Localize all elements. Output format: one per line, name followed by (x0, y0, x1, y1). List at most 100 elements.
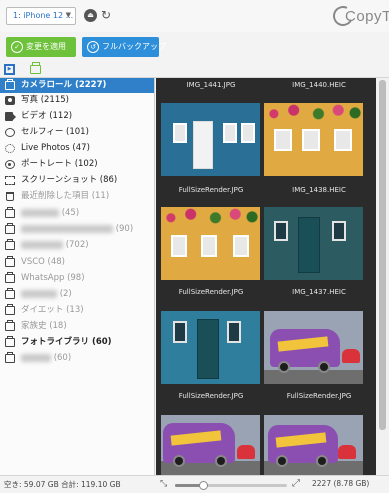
sidebar-item-family-history[interactable]: 家族史 (18) (0, 319, 154, 334)
album-icon (5, 288, 15, 299)
device-selector[interactable]: 1: iPhone 12 ... ▼ (6, 7, 76, 25)
window-shape (334, 129, 352, 151)
photo-thumbnail[interactable] (264, 415, 363, 475)
sidebar-item-label: ポートレート (102) (21, 159, 98, 169)
sidebar-item-album[interactable]: (702) (0, 238, 154, 253)
check-icon: ✓ (11, 41, 23, 53)
sidebar-item-videos[interactable]: ビデオ (112) (0, 109, 154, 124)
sidebar-item-label: カメラロール (2227) (21, 80, 107, 90)
status-bar: 空き: 59.07 GB 合計: 119.10 GB ⤡ ⤢ 2227 (8.7… (0, 475, 389, 493)
redacted-album-name (21, 240, 63, 249)
photo-filename: FullSizeRender.JPG (178, 392, 244, 400)
sidebar-item-album[interactable]: (45) (0, 206, 154, 221)
sidebar-item-album[interactable]: (2) (0, 287, 154, 302)
sidebar-item-photo-library[interactable]: フォトライブラリ (60) (0, 335, 154, 350)
sidebar-item-selfies[interactable]: セルフィー (101) (0, 125, 154, 140)
zoom-slider[interactable] (175, 481, 287, 490)
sidebar-item-label: フォトライブラリ (60) (21, 337, 112, 347)
album-icon (5, 272, 15, 283)
window-shape (171, 235, 187, 257)
wheel-shape (316, 455, 328, 467)
photo-thumbnail[interactable] (264, 103, 363, 176)
view-tabs: ▶ (0, 62, 389, 78)
sidebar-item-label: ダイエット (13) (21, 305, 84, 315)
scooter-shape (338, 445, 356, 459)
album-icon (5, 207, 15, 218)
scooter-shape (342, 349, 360, 363)
wheel-shape (278, 361, 290, 373)
zoom-slider-handle[interactable] (199, 481, 208, 490)
sidebar-item-recently-deleted[interactable]: 最近削除した項目 (11) (0, 189, 154, 204)
full-backup-label: フルバックアップ (102, 42, 166, 51)
photo-thumbnail[interactable] (161, 103, 260, 176)
sidebar-item-camera-roll[interactable]: カメラロール (2227) (0, 78, 154, 93)
sidebar-item-label: スクリーンショット (86) (21, 175, 118, 185)
album-icon (5, 256, 15, 267)
photo-thumbnail[interactable] (264, 207, 363, 280)
sidebar-item-label: 写真 (2115) (21, 95, 69, 105)
sidebar-item-live-photos[interactable]: Live Photos (47) (0, 141, 154, 156)
sidebar-item-screenshots[interactable]: スクリーンショット (86) (0, 173, 154, 188)
screenshot-icon (5, 176, 15, 185)
photo-filename: FullSizeRender.JPG (286, 392, 352, 400)
sidebar-item-album[interactable]: (90) (0, 222, 154, 237)
live-photo-icon (5, 144, 15, 153)
window-shape (332, 221, 346, 241)
album-icon (5, 223, 15, 234)
door-shape (197, 319, 219, 379)
sidebar-item-label: (45) (61, 208, 80, 218)
photo-grid: IMG_1441.JPG IMG_1440.HEIC FullSizeRende… (156, 78, 376, 475)
redacted-album-name (21, 289, 57, 298)
redacted-album-name (21, 208, 59, 217)
flowers-shape (161, 207, 260, 225)
grid-scrollbar-thumb[interactable] (379, 80, 386, 430)
zoom-in-icon[interactable]: ⤢ (292, 478, 300, 489)
sidebar-item-photos[interactable]: 写真 (2115) (0, 93, 154, 108)
tab-albums-view[interactable] (30, 62, 41, 74)
sidebar-item-label: 最近削除した項目 (11) (21, 191, 110, 201)
sidebar-item-label: VSCO (48) (21, 257, 65, 267)
window-shape (173, 321, 187, 343)
refresh-icon[interactable]: ↻ (101, 7, 115, 23)
video-icon (5, 112, 16, 121)
photo-thumbnail[interactable] (161, 311, 260, 384)
sidebar-item-diet[interactable]: ダイエット (13) (0, 303, 154, 318)
photo-thumbnail[interactable] (161, 207, 260, 280)
scooter-shape (237, 445, 255, 459)
photo-thumbnail[interactable] (264, 311, 363, 384)
window-shape (274, 129, 292, 151)
tab-photos-view[interactable]: ▶ (4, 64, 15, 75)
logo-text: CopyTra (345, 8, 389, 25)
sidebar-item-label: Live Photos (47) (21, 143, 90, 153)
wheel-shape (173, 455, 185, 467)
door-shape (193, 121, 213, 169)
eject-icon[interactable]: ⏏ (84, 9, 97, 22)
device-selector-label: 1: iPhone 12 ... (13, 11, 74, 20)
photo-thumbnail[interactable] (161, 415, 260, 475)
sidebar-item-label: セルフィー (101) (21, 127, 89, 137)
window-shape (201, 235, 217, 257)
sidebar-item-label: (90) (115, 224, 134, 234)
sidebar-item-vsco[interactable]: VSCO (48) (0, 255, 154, 270)
portrait-icon (5, 160, 15, 169)
sidebar-item-label: WhatsApp (98) (21, 273, 85, 283)
window-shape (302, 129, 320, 151)
album-icon (5, 320, 15, 331)
album-icon (5, 352, 15, 363)
album-icon (5, 239, 15, 250)
sidebar-item-label: ビデオ (112) (21, 111, 73, 121)
sidebar-item-album[interactable]: (60) (0, 351, 154, 366)
sidebar-item-label: (702) (65, 240, 89, 250)
sidebar-item-whatsapp[interactable]: WhatsApp (98) (0, 271, 154, 286)
camera-icon (5, 96, 15, 105)
redacted-album-name (21, 353, 51, 362)
full-backup-button[interactable]: ↺ フルバックアップ (82, 37, 166, 57)
selfie-icon (5, 128, 15, 137)
zoom-out-icon[interactable]: ⤡ (160, 479, 167, 489)
window-shape (241, 123, 255, 143)
apply-changes-button[interactable]: ✓ 変更を適用 (6, 37, 76, 57)
sidebar-item-portrait[interactable]: ポートレート (102) (0, 157, 154, 172)
album-sidebar: カメラロール (2227) 写真 (2115) ビデオ (112) セルフィー … (0, 78, 155, 475)
photo-filename: IMG_1440.HEIC (292, 81, 346, 89)
storage-info: 空き: 59.07 GB 合計: 119.10 GB (4, 480, 121, 489)
